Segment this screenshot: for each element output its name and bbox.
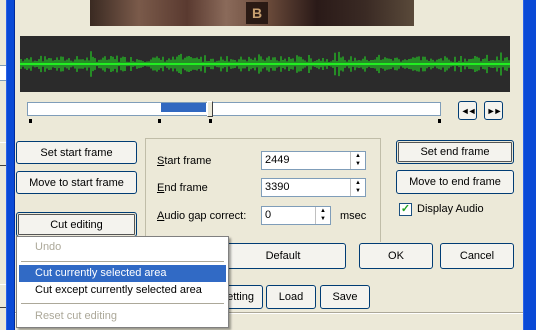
cancel-label: Cancel [459, 250, 495, 262]
slider-tick [209, 119, 212, 123]
audio-waveform[interactable] [20, 36, 510, 92]
spinner-arrows[interactable]: ▲ ▼ [350, 152, 365, 169]
waveform-graphic [20, 51, 510, 77]
cancel-button[interactable]: Cancel [440, 243, 514, 269]
video-preview: B [90, 0, 414, 26]
cut-editing-button[interactable]: Cut editing [16, 212, 137, 237]
slider-tick [29, 119, 32, 123]
window-frame-left [6, 0, 15, 330]
spin-down-icon: ▼ [320, 216, 326, 222]
set-end-frame-button[interactable]: Set end frame [396, 140, 514, 164]
check-mark-icon: ✓ [400, 203, 411, 215]
move-to-end-frame-label: Move to end frame [409, 176, 501, 188]
move-to-start-frame-button[interactable]: Move to start frame [16, 171, 137, 194]
menu-item-cut-selected[interactable]: Cut currently selected area [19, 265, 226, 282]
audio-gap-spinner[interactable]: 0 ▲ ▼ [261, 206, 331, 225]
cut-editing-context-menu: Undo Cut currently selected area Cut exc… [16, 236, 229, 328]
end-frame-spinner[interactable]: 3390 ▲ ▼ [261, 178, 366, 197]
load-button[interactable]: Load [266, 285, 316, 309]
next-frame-button[interactable]: ►► [484, 101, 503, 120]
start-frame-spinner[interactable]: 2449 ▲ ▼ [261, 151, 366, 170]
set-end-frame-label: Set end frame [420, 146, 490, 158]
timeline-selection[interactable] [161, 103, 206, 112]
timeline-slider[interactable] [27, 102, 441, 116]
display-audio-checkbox[interactable]: ✓ [399, 203, 412, 216]
menu-item-label: Cut currently selected area [35, 267, 167, 279]
load-label: Load [278, 291, 304, 303]
video-overlay-letter: B [246, 2, 268, 24]
audio-gap-label: Audio gap correct: [157, 210, 247, 222]
slider-tick [158, 119, 161, 123]
spinner-arrows[interactable]: ▲ ▼ [350, 179, 365, 196]
ok-label: OK [388, 250, 404, 262]
previous-frame-button[interactable]: ◄◄ [458, 101, 477, 120]
fast-forward-icon: ►► [486, 105, 503, 116]
spin-up-icon: ▲ [355, 180, 361, 186]
menu-item-label: Cut except currently selected area [35, 284, 202, 296]
spin-up-icon: ▲ [320, 208, 326, 214]
menu-item-reset-cut-editing[interactable]: Reset cut editing [19, 308, 226, 325]
spin-up-icon: ▲ [355, 153, 361, 159]
ok-button[interactable]: OK [359, 243, 433, 269]
move-to-start-frame-label: Move to start frame [29, 176, 124, 189]
spin-down-icon: ▼ [355, 188, 361, 194]
menu-item-undo[interactable]: Undo [19, 239, 226, 256]
audio-gap-unit: msec [340, 210, 367, 222]
menu-separator [21, 303, 224, 304]
save-label: Save [332, 291, 358, 303]
move-to-end-frame-button[interactable]: Move to end frame [396, 170, 514, 194]
spin-down-icon: ▼ [355, 161, 361, 167]
cut-editing-label: Cut editing [50, 218, 103, 231]
setting-label: etting [227, 291, 254, 303]
menu-item-label: Reset cut editing [35, 310, 117, 322]
set-start-frame-button[interactable]: Set start frame [16, 141, 137, 164]
menu-separator [21, 261, 224, 262]
menu-item-label: Undo [35, 241, 62, 253]
spinner-arrows[interactable]: ▲ ▼ [315, 207, 330, 224]
start-frame-label: Start frame [157, 155, 212, 167]
end-frame-value: 3390 [265, 181, 290, 193]
end-frame-label: End frame [157, 182, 208, 194]
set-start-frame-label: Set start frame [40, 146, 113, 159]
rewind-icon: ◄◄ [460, 105, 477, 116]
default-button[interactable]: Default [220, 243, 346, 269]
menu-item-cut-except-selected[interactable]: Cut except currently selected area [19, 282, 226, 299]
audio-gap-value: 0 [265, 209, 272, 221]
display-audio-label: Display Audio [417, 203, 484, 215]
slider-thumb[interactable] [207, 101, 213, 117]
default-label: Default [265, 250, 301, 262]
window-frame-right [523, 0, 536, 330]
start-frame-value: 2449 [265, 154, 290, 166]
save-button[interactable]: Save [320, 285, 370, 309]
slider-tick [438, 119, 441, 123]
